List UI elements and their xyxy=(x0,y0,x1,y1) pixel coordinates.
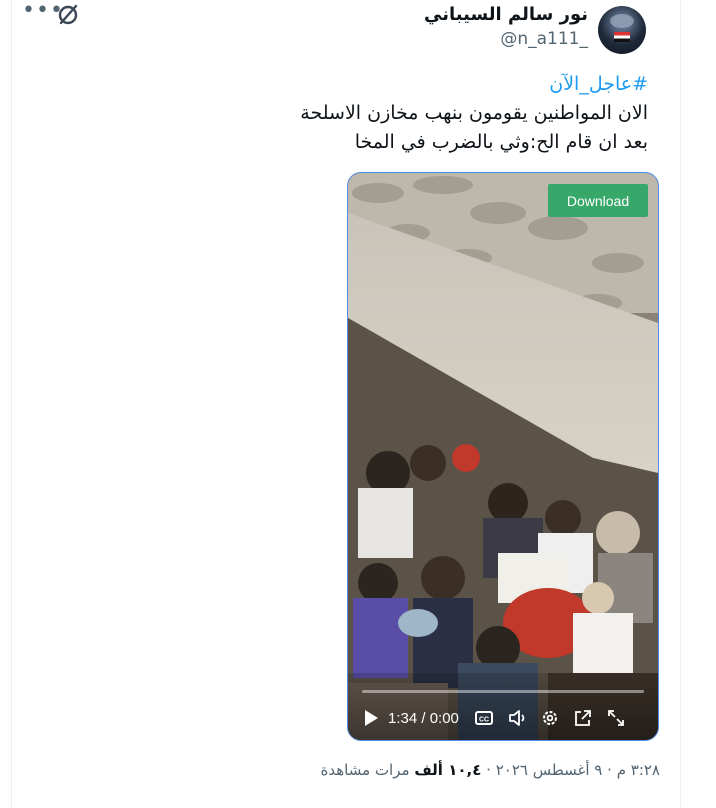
popout-icon[interactable] xyxy=(572,707,594,729)
cc-icon[interactable]: CC xyxy=(473,707,495,729)
views-count: ١٠,٤ ألف xyxy=(414,761,482,779)
video-player[interactable]: Download 1:34 / 0:00 CC xyxy=(347,172,659,741)
grok-icon[interactable] xyxy=(56,2,80,26)
fullscreen-icon[interactable] xyxy=(605,707,627,729)
play-icon[interactable] xyxy=(362,708,380,728)
download-button[interactable]: Download xyxy=(548,184,648,217)
tweet-date[interactable]: ٩ أغسطس ٢٠٢٦ xyxy=(496,761,603,779)
tweet-time[interactable]: ٣:٢٨ م xyxy=(617,761,660,779)
avatar[interactable] xyxy=(598,6,646,54)
author-name[interactable]: نور سالم السيباني xyxy=(424,4,588,25)
svg-text:CC: CC xyxy=(479,717,489,724)
meta-separator: · xyxy=(607,761,612,779)
video-frame xyxy=(348,173,658,740)
volume-icon[interactable] xyxy=(506,707,528,729)
author-handle[interactable]: @n_a111_ xyxy=(500,29,588,49)
video-controls: 1:34 / 0:00 CC xyxy=(348,676,658,740)
hashtag-link[interactable]: #عاجل_الآن xyxy=(228,70,648,99)
video-time: 1:34 / 0:00 xyxy=(388,709,459,727)
tweet-line-2: بعد ان قام الح:وثي بالضرب في المخا xyxy=(354,131,648,153)
tweet-meta: ٣:٢٨ م · ٩ أغسطس ٢٠٢٦ · ١٠,٤ ألف مرات مش… xyxy=(321,761,660,779)
meta-separator: · xyxy=(486,761,491,779)
settings-icon[interactable] xyxy=(539,707,561,729)
tweet-line-1: الان المواطنين يقومون بنهب مخازن الاسلحة xyxy=(300,102,648,124)
tweet-text: #عاجل_الآن الان المواطنين يقومون بنهب مخ… xyxy=(228,70,648,157)
views-label: مرات مشاهدة xyxy=(320,761,410,779)
video-progress-bar[interactable] xyxy=(362,690,644,693)
